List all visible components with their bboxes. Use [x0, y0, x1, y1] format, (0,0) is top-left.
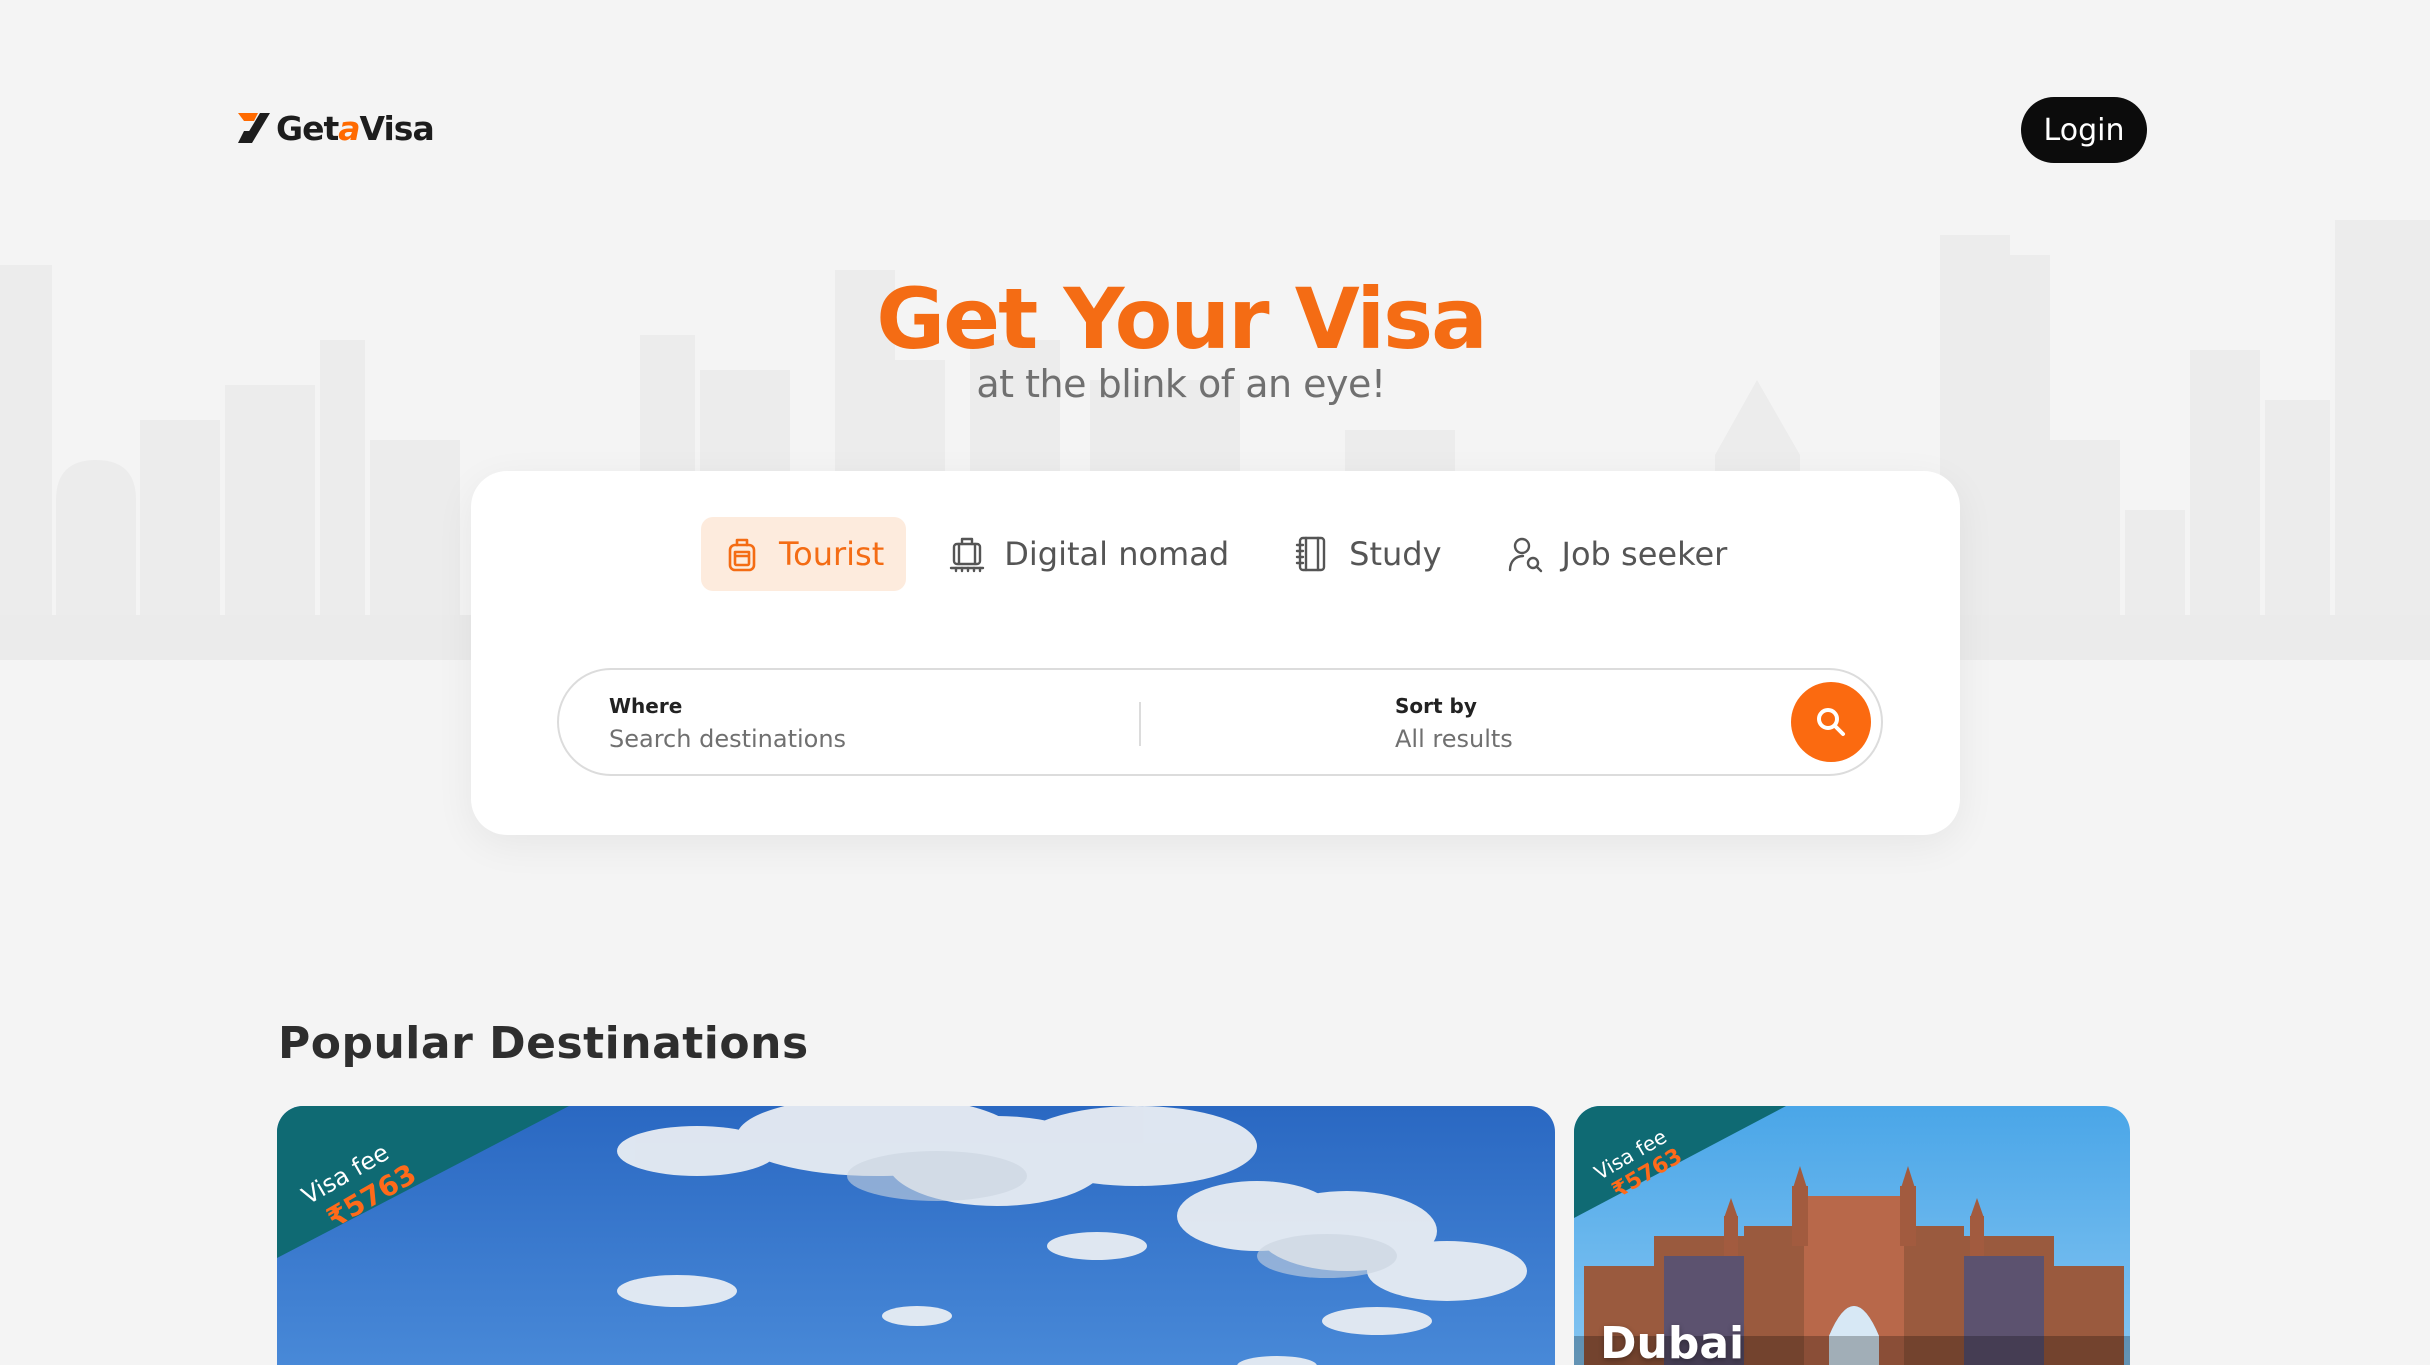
logo-mark-icon — [238, 113, 270, 143]
search-icon — [1817, 708, 1845, 736]
tab-digital-nomad[interactable]: Digital nomad — [926, 517, 1251, 591]
search-button[interactable] — [1791, 682, 1871, 762]
tab-tourist-label: Tourist — [779, 535, 885, 573]
tab-job-seeker-label: Job seeker — [1561, 535, 1728, 573]
destination-search-input[interactable] — [609, 725, 989, 753]
sort-by-select[interactable]: All results — [1395, 725, 1775, 753]
destination-card[interactable]: Visa fee ₹5763 — [277, 1106, 1555, 1365]
destination-card-dubai[interactable]: Visa fee ₹5763 Dubai — [1574, 1106, 2130, 1365]
login-button[interactable]: Login — [2021, 97, 2147, 163]
laptop-bag-icon — [950, 537, 985, 573]
luggage-icon — [728, 538, 756, 572]
user-search-icon — [1508, 537, 1542, 573]
popular-destinations-title: Popular Destinations — [278, 1018, 809, 1069]
search-divider — [1139, 702, 1141, 746]
search-card: Tourist Digital nomad Study Job seeker W… — [471, 471, 1960, 835]
notebook-icon — [1295, 536, 1326, 572]
visa-type-tabs: Tourist Digital nomad Study Job seeker — [701, 517, 1769, 591]
destination-name-dubai: Dubai — [1600, 1318, 1745, 1365]
tab-tourist[interactable]: Tourist — [701, 517, 907, 591]
tab-job-seeker[interactable]: Job seeker — [1484, 517, 1750, 591]
tab-study-label: Study — [1349, 535, 1442, 573]
logo-text: GetaVisa — [276, 108, 435, 148]
tab-digital-nomad-label: Digital nomad — [1004, 535, 1230, 573]
sort-by-label: Sort by — [1395, 694, 1477, 718]
where-label: Where — [609, 694, 683, 718]
hero-subtitle: at the blink of an eye! — [976, 362, 1386, 406]
search-bar: Where Sort by All results — [557, 668, 1883, 776]
tab-study[interactable]: Study — [1271, 517, 1463, 591]
logo[interactable]: GetaVisa — [236, 108, 435, 148]
hero-title: Get Your Visa — [876, 270, 1488, 368]
